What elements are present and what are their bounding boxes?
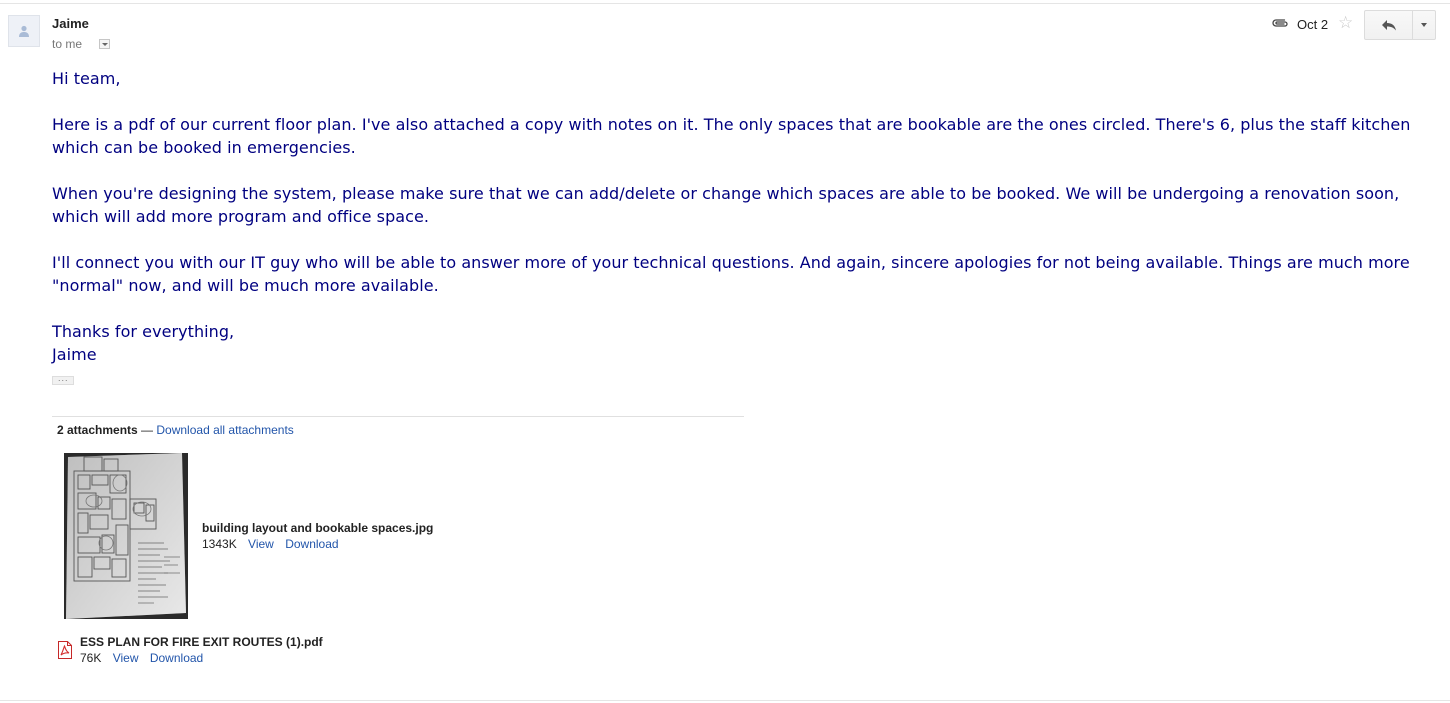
top-divider [0, 3, 1450, 4]
attachment-view-link[interactable]: View [248, 537, 274, 551]
signature-line: Jaime [52, 345, 97, 364]
body-paragraph: I'll connect you with our IT guy who wil… [52, 253, 1410, 295]
message-body: Hi team, Here is a pdf of our current fl… [52, 67, 1427, 366]
attachment-size: 1343K [202, 537, 237, 551]
signoff-line: Thanks for everything, [52, 322, 235, 341]
sender-name[interactable]: Jaime [52, 16, 89, 31]
attachments-divider [52, 416, 744, 417]
recipient-label: to me [52, 37, 83, 51]
attachment-name: ESS PLAN FOR FIRE EXIT ROUTES (1).pdf [80, 635, 323, 649]
greeting-line: Hi team, [52, 69, 121, 88]
attachment-download-link[interactable]: Download [150, 651, 203, 665]
bottom-divider [0, 700, 1450, 701]
reply-button-group [1364, 10, 1436, 40]
show-details-dropdown[interactable] [99, 39, 110, 49]
attachment-meta: 1343K View Download [202, 537, 347, 551]
message-date[interactable]: Oct 2 [1297, 17, 1328, 32]
paperclip-icon [1272, 19, 1288, 27]
show-trimmed-content-button[interactable]: ··· [52, 376, 74, 385]
attachments-separator: — [137, 423, 157, 437]
email-message-view: Jaime to me Oct 2 ☆ Hi team, Here is a p… [0, 0, 1450, 703]
attachment-size: 76K [80, 651, 102, 665]
attachments-count: 2 attachments [57, 423, 138, 437]
floor-plan-thumbnail-image [64, 453, 188, 619]
reply-arrow-icon [1381, 20, 1396, 31]
star-icon[interactable]: ☆ [1338, 13, 1353, 33]
download-all-link[interactable]: Download all attachments [156, 423, 293, 437]
body-paragraph: When you're designing the system, please… [52, 184, 1400, 226]
pdf-file-icon [58, 641, 72, 659]
attachment-meta: 76K View Download [80, 651, 211, 665]
sender-avatar[interactable] [8, 15, 40, 47]
body-paragraph: Here is a pdf of our current floor plan.… [52, 115, 1411, 157]
person-icon [19, 25, 29, 37]
chevron-down-icon [101, 42, 108, 46]
attachment-name: building layout and bookable spaces.jpg [202, 521, 434, 535]
attachment-thumbnail[interactable] [64, 453, 188, 619]
attachment-view-link[interactable]: View [113, 651, 139, 665]
chevron-down-icon [1421, 23, 1427, 27]
reply-button[interactable] [1365, 11, 1413, 39]
more-actions-button[interactable] [1413, 11, 1435, 39]
attachments-header: 2 attachments — Download all attachments [57, 423, 294, 437]
attachment-download-link[interactable]: Download [285, 537, 338, 551]
